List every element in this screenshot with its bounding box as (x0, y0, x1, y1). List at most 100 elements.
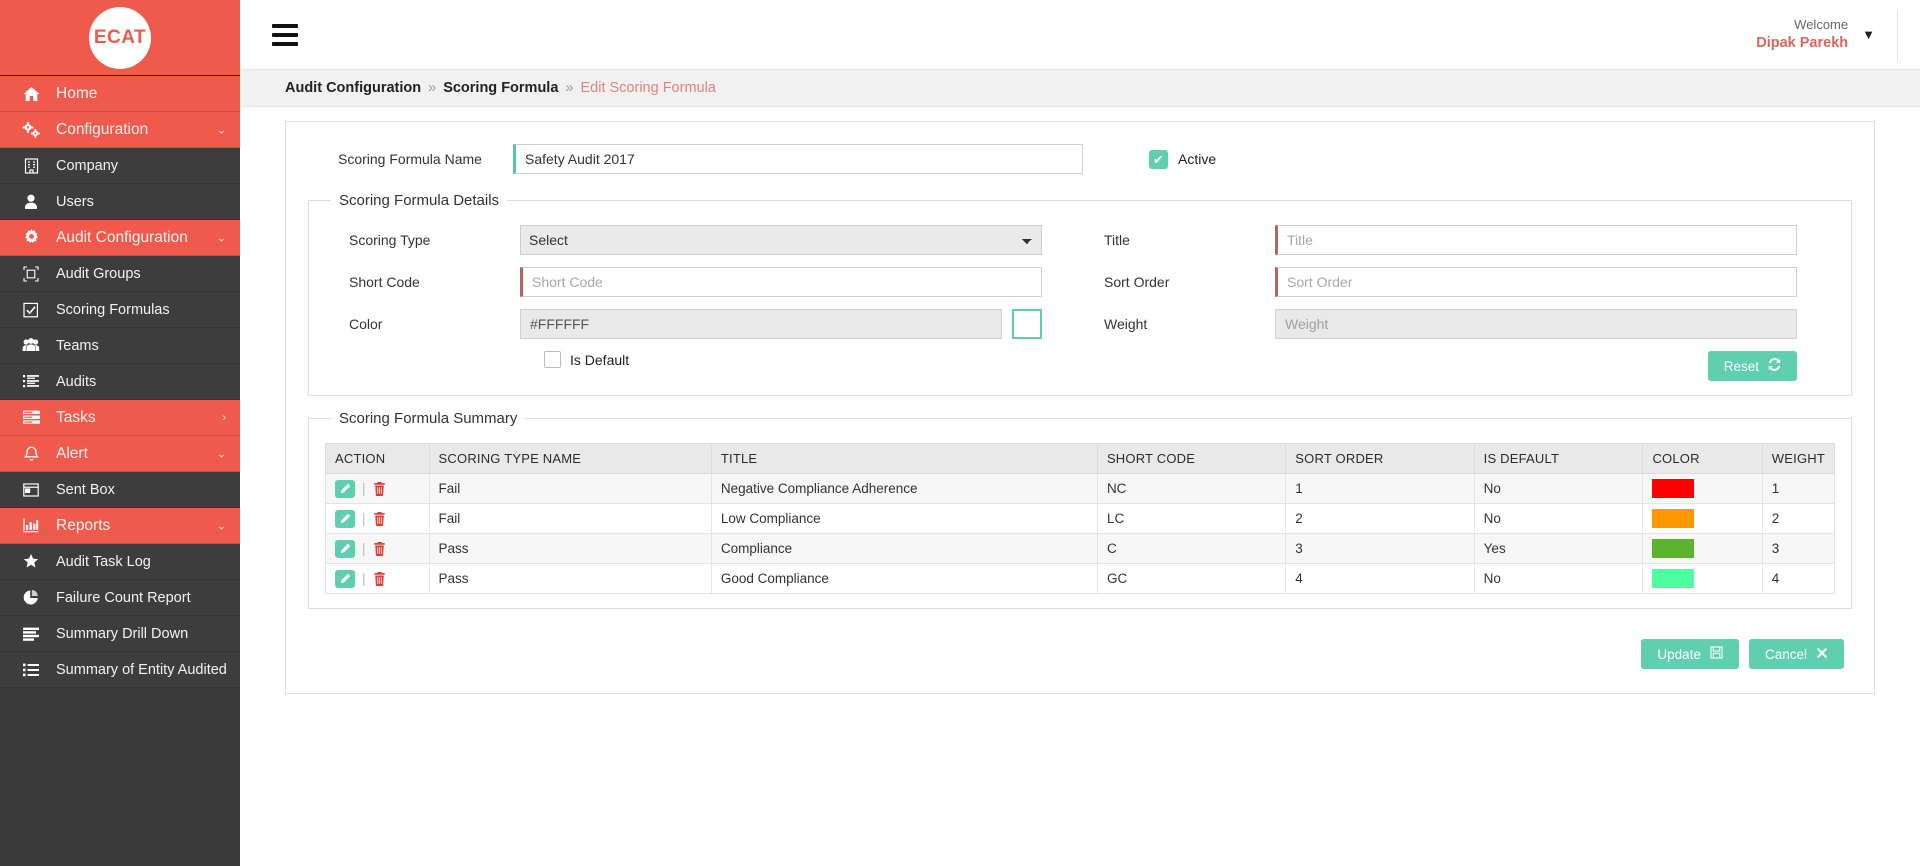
sidebar-item-teams[interactable]: Teams (0, 328, 240, 364)
sort-order-cell: 4 (1285, 563, 1475, 594)
is-default-checkbox-row[interactable]: Is Default (325, 351, 1080, 368)
action-separator: | (362, 511, 366, 526)
sidebar-item-label: Summary of Entity Audited (56, 661, 227, 678)
sidebar-item-label: Sent Box (56, 481, 115, 498)
weight-cell: 4 (1761, 563, 1836, 594)
is-default-cell: Yes (1473, 533, 1644, 564)
check-icon[interactable]: ✔ (1149, 149, 1168, 169)
main-area: Welcome Dipak Parekh ▼ Audit Configurati… (240, 0, 1920, 866)
short-code-row: Short Code (325, 267, 1080, 297)
pencil-icon[interactable] (335, 569, 355, 588)
sidebar-item-failure-count-report[interactable]: Failure Count Report (0, 580, 240, 616)
title-label: Title (1104, 232, 1130, 248)
trash-icon[interactable] (373, 481, 386, 496)
action-separator: | (362, 541, 366, 556)
sidebar-item-company[interactable]: Company (0, 148, 240, 184)
color-cell (1642, 503, 1763, 534)
cancel-button[interactable]: Cancel (1748, 639, 1844, 669)
topbar: Welcome Dipak Parekh ▼ (240, 0, 1920, 70)
scoring-type-name-cell: Fail (428, 503, 712, 534)
bar-chart-icon (18, 518, 44, 533)
building-icon (18, 157, 44, 174)
logo-circle: ECAT (89, 6, 151, 69)
inbox-icon (18, 482, 44, 497)
chevron-right-icon[interactable]: › (222, 412, 226, 424)
title-input[interactable] (1275, 225, 1797, 255)
sidebar-item-sent-box[interactable]: Sent Box (0, 472, 240, 508)
table-header-row: ACTION SCORING TYPE NAME TITLE SHORT CODE SO… (325, 443, 1836, 474)
color-input[interactable] (520, 309, 1002, 339)
trash-icon[interactable] (373, 571, 386, 586)
color-label: Color (349, 316, 383, 332)
sort-order-input[interactable] (1275, 267, 1797, 297)
pencil-icon[interactable] (335, 539, 355, 558)
column-header-scoring-type-name: SCORING TYPE NAME (428, 443, 712, 474)
sidebar-item-alert[interactable]: Alert ⌄ (0, 436, 240, 472)
scoring-formula-name-label: Scoring Formula Name (338, 151, 482, 167)
sidebar-item-audit-groups[interactable]: Audit Groups (0, 256, 240, 292)
chevron-down-icon[interactable]: ⌄ (217, 519, 226, 532)
table-body: | Fail Negative Compliance Adherence NC 1 No 1… (325, 473, 1836, 594)
trash-icon[interactable] (373, 541, 386, 556)
color-picker-button[interactable] (1012, 309, 1042, 339)
chevron-down-icon[interactable]: ⌄ (217, 123, 226, 136)
scoring-formula-summary-legend: Scoring Formula Summary (339, 410, 518, 427)
chevron-down-icon[interactable]: ⌄ (217, 447, 226, 460)
short-code-cell: C (1096, 533, 1287, 564)
star-icon (18, 554, 44, 569)
short-code-cell: NC (1096, 473, 1287, 504)
active-label: Active (1178, 151, 1217, 167)
tasks-icon (18, 410, 44, 425)
short-code-input[interactable] (520, 267, 1042, 297)
sort-order-cell: 3 (1285, 533, 1475, 564)
hamburger-icon[interactable] (266, 18, 304, 52)
user-menu[interactable]: Welcome Dipak Parekh ▼ (1756, 8, 1898, 61)
scoring-type-name-cell: Fail (428, 473, 712, 504)
sidebar-item-label: Scoring Formulas (56, 301, 170, 318)
color-swatch (1652, 509, 1695, 528)
logo[interactable]: ECAT (0, 0, 240, 76)
sidebar-item-users[interactable]: Users (0, 184, 240, 220)
weight-input[interactable] (1275, 309, 1797, 339)
sidebar-item-audit-configuration[interactable]: Audit Configuration ⌄ (0, 220, 240, 256)
update-button-label: Update (1657, 646, 1701, 662)
weight-label: Weight (1104, 316, 1148, 332)
trash-icon[interactable] (373, 511, 386, 526)
sidebar-item-reports[interactable]: Reports ⌄ (0, 508, 240, 544)
gear-icon (18, 229, 44, 246)
sidebar-item-audit-task-log[interactable]: Audit Task Log (0, 544, 240, 580)
short-code-label: Short Code (349, 274, 420, 290)
checkbox-icon[interactable] (544, 351, 561, 368)
chevron-down-icon[interactable]: ⌄ (217, 231, 226, 244)
sidebar-item-audits[interactable]: Audits (0, 364, 240, 400)
update-button[interactable]: Update (1641, 639, 1739, 669)
sidebar-item-label: Alert (56, 444, 88, 462)
breadcrumb-item-current: Edit Scoring Formula (580, 80, 716, 96)
pencil-icon[interactable] (335, 479, 355, 498)
sidebar-item-summary-of-entity-audited[interactable]: Summary of Entity Audited (0, 652, 240, 688)
user-name: Dipak Parekh (1756, 34, 1849, 51)
active-checkbox-row[interactable]: ✔ Active (1149, 149, 1217, 169)
breadcrumb-item-scoring-formula[interactable]: Scoring Formula (443, 80, 558, 96)
chevron-down-icon[interactable]: ▼ (1862, 27, 1875, 42)
sidebar-item-summary-drill-down[interactable]: Summary Drill Down (0, 616, 240, 652)
pencil-icon[interactable] (335, 509, 355, 528)
column-header-color: COLOR (1642, 443, 1763, 474)
sidebar-item-home[interactable]: Home (0, 76, 240, 112)
sidebar-item-scoring-formulas[interactable]: Scoring Formulas (0, 292, 240, 328)
is-default-cell: No (1473, 473, 1644, 504)
color-cell (1642, 473, 1763, 504)
weight-cell: 2 (1761, 503, 1836, 534)
scoring-type-select[interactable]: SelectPassFail (520, 225, 1042, 255)
reset-button-label: Reset (1723, 358, 1759, 374)
sort-order-row: Sort Order (1080, 267, 1835, 297)
breadcrumb: Audit Configuration » Scoring Formula » … (240, 70, 1920, 107)
column-header-weight: WEIGHT (1761, 443, 1836, 474)
breadcrumb-item-audit-configuration[interactable]: Audit Configuration (285, 80, 421, 96)
sidebar-item-label: Audit Task Log (56, 553, 151, 570)
scoring-formula-name-input[interactable] (513, 144, 1083, 174)
scoring-formula-details-legend: Scoring Formula Details (339, 192, 500, 209)
sidebar-item-tasks[interactable]: Tasks › (0, 400, 240, 436)
sidebar-item-configuration[interactable]: Configuration ⌄ (0, 112, 240, 148)
reset-button[interactable]: Reset (1707, 351, 1797, 381)
